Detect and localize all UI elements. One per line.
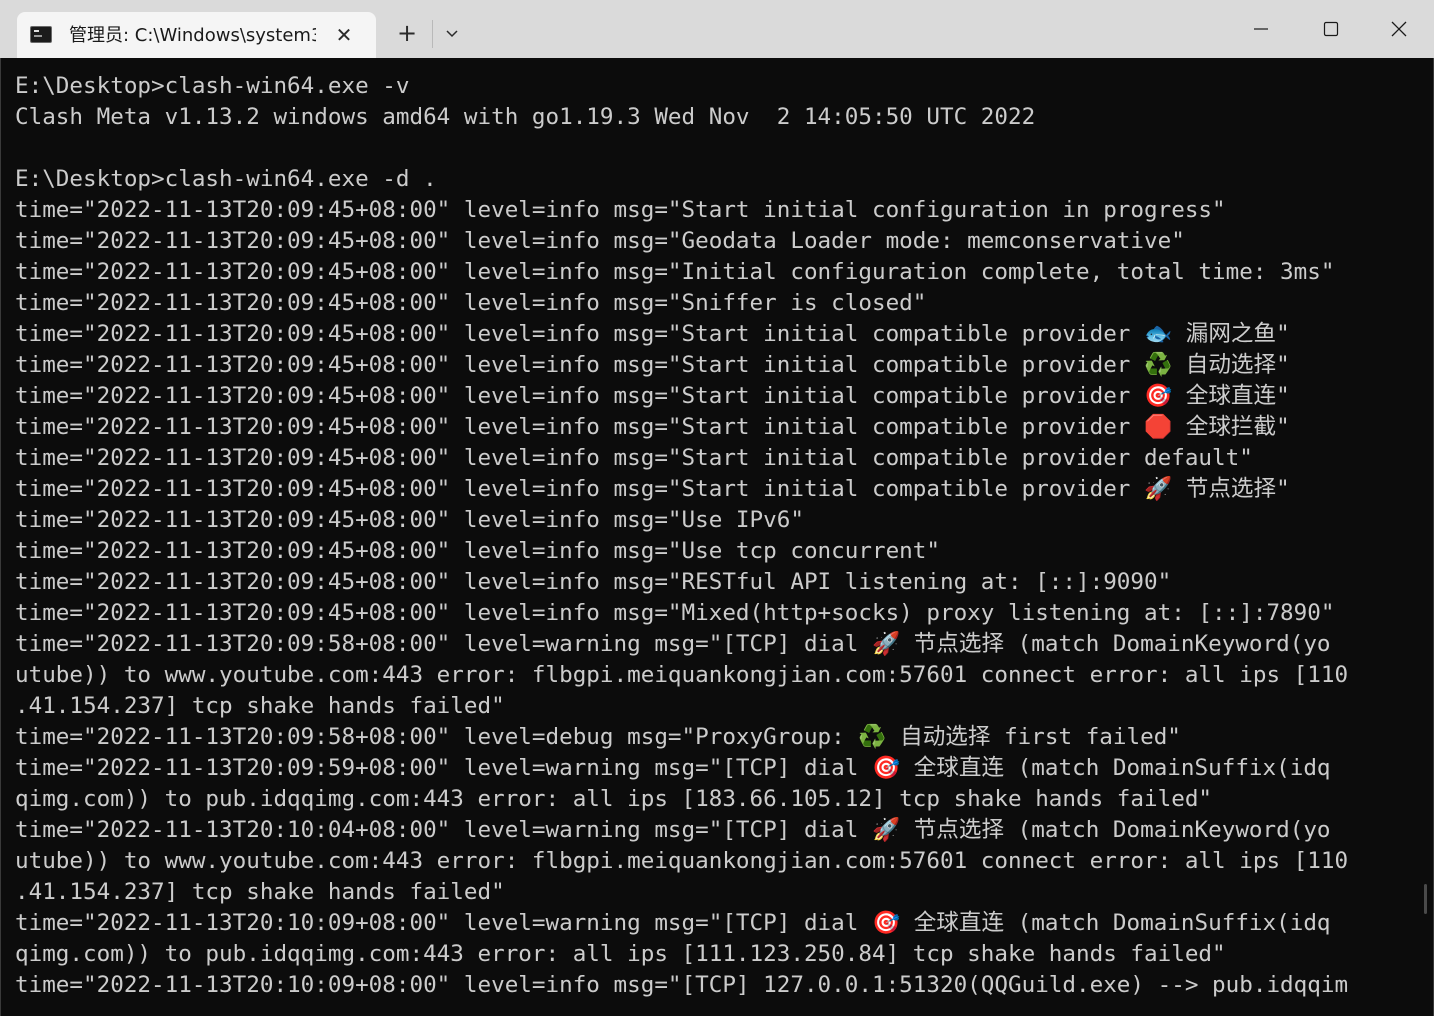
console-text: E:\Desktop>clash-win64.exe -v Clash Meta … [15, 71, 1395, 1001]
terminal-window: 管理员: C:\Windows\system32\cmd.exe - clash… [0, 0, 1434, 1016]
console-line: time="2022-11-13T20:09:58+08:00" level=d… [15, 724, 1181, 750]
tab-close-button[interactable]: ✕ [331, 22, 357, 48]
console-line: qimg.com)) to pub.idqqimg.com:443 error:… [15, 941, 1226, 967]
tab-cmd[interactable]: 管理员: C:\Windows\system32\cmd.exe - clash… [17, 12, 376, 58]
console-line: E:\Desktop>clash-win64.exe -v [15, 73, 410, 99]
close-icon [1391, 21, 1407, 37]
console-line: .41.154.237] tcp shake hands failed" [15, 879, 505, 905]
console-line: qimg.com)) to pub.idqqimg.com:443 error:… [15, 786, 1213, 812]
console-line: time="2022-11-13T20:09:45+08:00" level=i… [15, 352, 1290, 378]
console-line: time="2022-11-13T20:09:45+08:00" level=i… [15, 290, 927, 316]
console-line: time="2022-11-13T20:10:09+08:00" level=i… [15, 972, 1349, 998]
chevron-down-icon [446, 30, 458, 38]
console-line: time="2022-11-13T20:09:45+08:00" level=i… [15, 538, 940, 564]
console-line: E:\Desktop>clash-win64.exe -d . [15, 166, 437, 192]
console-line: time="2022-11-13T20:09:45+08:00" level=i… [15, 259, 1335, 285]
console-line: time="2022-11-13T20:10:09+08:00" level=w… [15, 910, 1331, 936]
console-line: time="2022-11-13T20:10:04+08:00" level=w… [15, 817, 1331, 843]
minimize-icon [1254, 28, 1268, 30]
new-tab-button[interactable]: + [392, 20, 422, 48]
console-line: time="2022-11-13T20:09:45+08:00" level=i… [15, 414, 1290, 440]
tab-title: 管理员: C:\Windows\system32\cmd.exe - clash… [69, 25, 316, 46]
console-line: time="2022-11-13T20:09:45+08:00" level=i… [15, 197, 1226, 223]
console-output[interactable]: E:\Desktop>clash-win64.exe -v Clash Meta … [0, 58, 1434, 1016]
minimize-button[interactable] [1226, 0, 1296, 58]
console-line: time="2022-11-13T20:09:58+08:00" level=w… [15, 631, 1331, 657]
console-line: time="2022-11-13T20:09:45+08:00" level=i… [15, 600, 1335, 626]
title-bar[interactable]: 管理员: C:\Windows\system32\cmd.exe - clash… [0, 0, 1434, 58]
maximize-button[interactable] [1296, 0, 1366, 58]
scrollbar-thumb[interactable] [1424, 884, 1427, 914]
console-line: utube)) to www.youtube.com:443 error: fl… [15, 848, 1349, 874]
console-line: time="2022-11-13T20:09:45+08:00" level=i… [15, 228, 1185, 254]
close-window-button[interactable] [1364, 0, 1434, 58]
console-line: .41.154.237] tcp shake hands failed" [15, 693, 505, 719]
console-line: time="2022-11-13T20:09:45+08:00" level=i… [15, 507, 804, 533]
console-line: Clash Meta v1.13.2 windows amd64 with go… [15, 104, 1036, 130]
console-icon [30, 26, 52, 43]
console-line: utube)) to www.youtube.com:443 error: fl… [15, 662, 1349, 688]
tab-separator [432, 20, 433, 48]
console-line: time="2022-11-13T20:09:45+08:00" level=i… [15, 321, 1290, 347]
console-line: time="2022-11-13T20:09:45+08:00" level=i… [15, 476, 1290, 502]
plus-icon: + [396, 19, 418, 47]
maximize-icon [1323, 21, 1339, 37]
new-tab-dropdown-button[interactable] [438, 20, 466, 48]
console-line: time="2022-11-13T20:09:45+08:00" level=i… [15, 445, 1253, 471]
console-line: time="2022-11-13T20:09:45+08:00" level=i… [15, 569, 1172, 595]
console-line: time="2022-11-13T20:09:45+08:00" level=i… [15, 383, 1290, 409]
console-line: time="2022-11-13T20:09:59+08:00" level=w… [15, 755, 1331, 781]
